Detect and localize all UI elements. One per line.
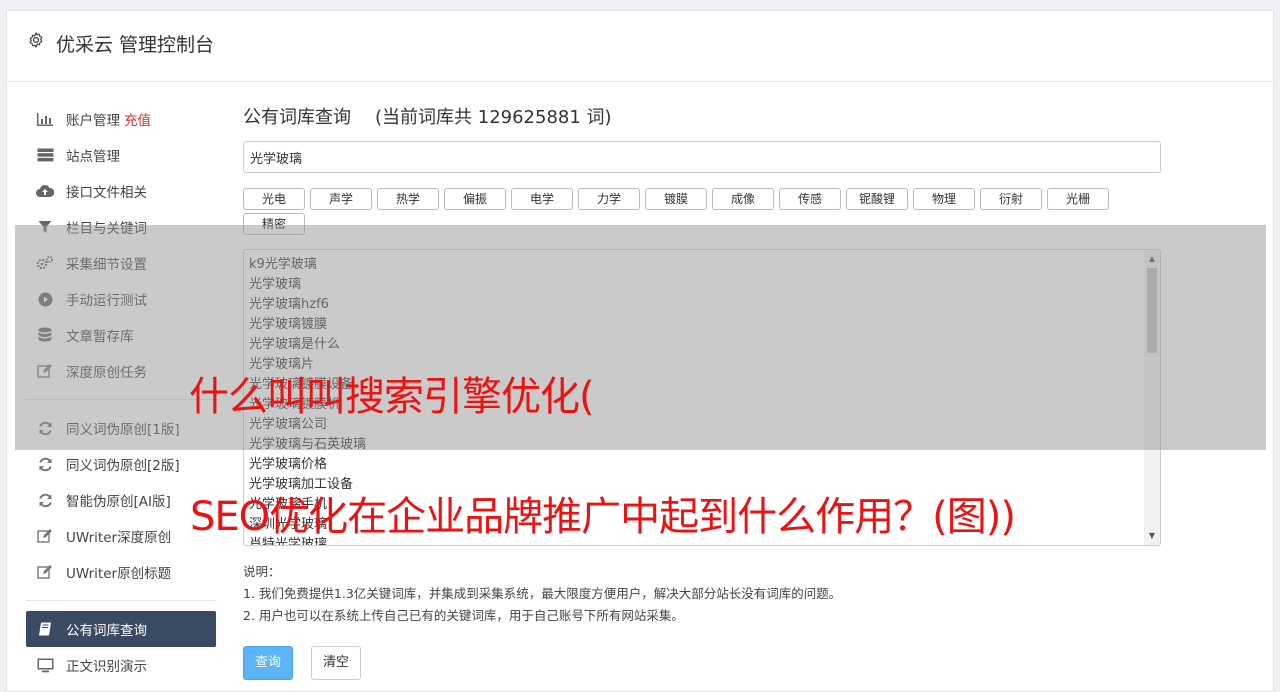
sidebar-item-ai-original[interactable]: 智能伪原创[AI版] [26,482,216,518]
lexicon-count: (当前词库共 129625881 词) [375,107,612,128]
header: 优采云 管理控制台 [7,11,1273,82]
edit-icon [36,527,54,545]
sidebar-divider [26,600,216,601]
sidebar-item-label: 账户管理 [66,113,120,129]
sidebar-item-label: 同义词伪原创[2版] [66,458,180,474]
tag-button[interactable]: 成像 [712,188,774,210]
tag-button[interactable]: 热学 [377,188,439,210]
sidebar-item-public-lexicon[interactable]: 公有词库查询 [26,611,216,647]
sidebar-item-label: 正文识别演示 [66,659,147,675]
sidebar-item-account[interactable]: 账户管理 充值 [26,101,216,137]
page-title: 公有词库查询 (当前词库共 129625881 词) [243,103,1163,129]
monitor-icon [36,656,54,674]
sidebar-item-label: 站点管理 [66,149,120,165]
notes-title: 说明： [243,564,281,579]
cloud-upload-icon [36,182,54,200]
list-item[interactable]: 光学玻璃价格 [249,455,1160,475]
scroll-down-icon[interactable]: ▼ [1144,529,1160,543]
server-icon [36,146,54,164]
overlay-headline-line1: 什么叫叫搜索引擎优化( [189,374,595,420]
main-content: 公有词库查询 (当前词库共 129625881 词) 光电声学热学偏振电学力学镀膜… [243,100,1163,680]
tag-button[interactable]: 偏振 [444,188,506,210]
bar-chart-icon [36,110,54,128]
tag-button[interactable]: 光电 [243,188,305,210]
notes: 说明： 1. 我们免费提供1.3亿关键词库，并集成到采集系统，最大限度方便用户，… [243,561,841,627]
tag-button[interactable]: 电学 [511,188,573,210]
book-icon [36,620,54,638]
keyword-search-input[interactable] [243,141,1161,173]
sidebar-item-label: 接口文件相关 [66,185,147,201]
overlay-headline-line2: SEO优化在企业品牌推广中起到什么作用？(图)) [190,494,1016,540]
sidebar-item-label: UWriter原创标题 [66,566,172,582]
sidebar-item-sites[interactable]: 站点管理 [26,137,216,173]
sidebar-item-label: 智能伪原创[AI版] [66,494,171,510]
tag-button[interactable]: 衍射 [980,188,1042,210]
app-title: 优采云 管理控制台 [56,34,215,56]
tag-button[interactable]: 声学 [310,188,372,210]
tag-button[interactable]: 镀膜 [645,188,707,210]
gear-icon [29,32,43,48]
clear-button[interactable]: 清空 [311,646,362,680]
refresh-icon [36,491,54,509]
tag-button[interactable]: 铌酸锂 [846,188,908,210]
tag-button[interactable]: 光栅 [1047,188,1109,210]
sidebar-item-synonym-v2[interactable]: 同义词伪原创[2版] [26,446,216,482]
page-title-text: 公有词库查询 [243,107,351,128]
refresh-icon [36,455,54,473]
sidebar-item-uwriter-title[interactable]: UWriter原创标题 [26,554,216,590]
tag-button[interactable]: 力学 [578,188,640,210]
tag-button[interactable]: 传感 [779,188,841,210]
sidebar-item-uwriter-deep[interactable]: UWriter深度原创 [26,518,216,554]
edit-icon [36,563,54,581]
sidebar-item-label: 公有词库查询 [66,623,147,639]
sidebar-item-interface[interactable]: 接口文件相关 [26,173,216,209]
sidebar-item-label: UWriter深度原创 [66,530,172,546]
note-line: 2. 用户也可以在系统上传自己已有的关键词库，用于自己账号下所有网站采集。 [243,608,684,623]
tag-button[interactable]: 物理 [913,188,975,210]
sidebar-item-text-recognition[interactable]: 正文识别演示 [26,647,216,683]
query-button[interactable]: 查询 [243,646,294,680]
note-line: 1. 我们免费提供1.3亿关键词库，并集成到采集系统，最大限度方便用户，解决大部… [243,586,842,601]
recharge-link[interactable]: 充值 [124,109,151,129]
